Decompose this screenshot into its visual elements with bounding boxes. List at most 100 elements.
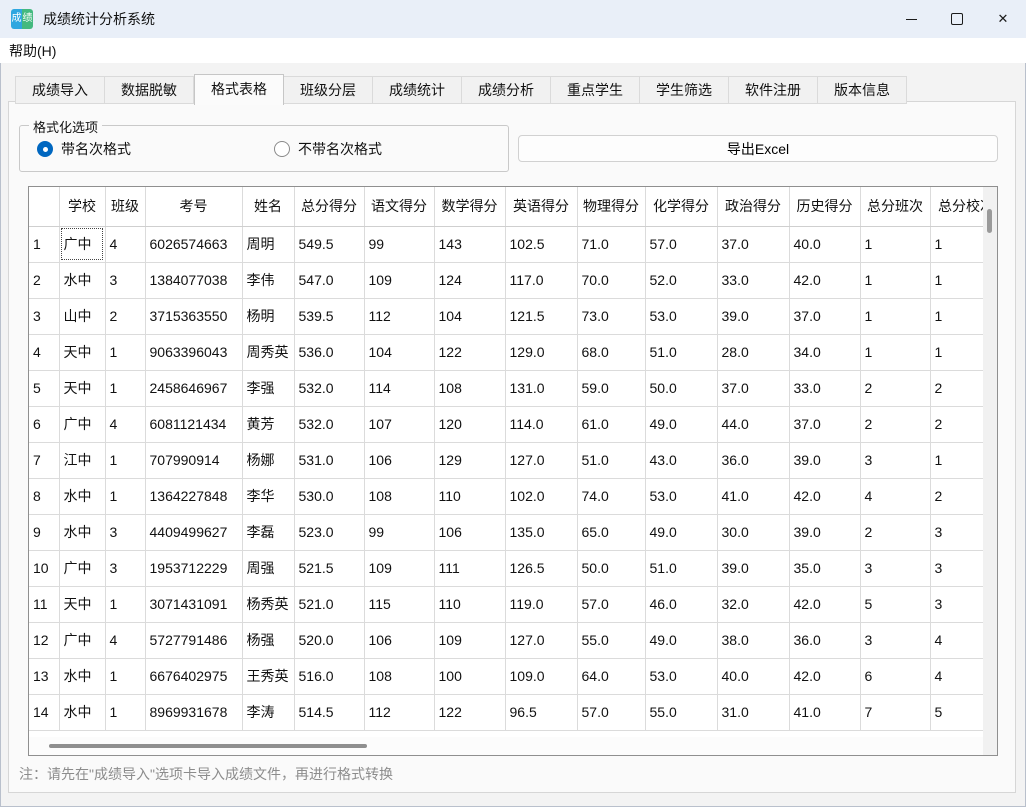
- table-cell[interactable]: 李磊: [242, 514, 294, 550]
- table-cell[interactable]: 104: [364, 334, 434, 370]
- table-cell[interactable]: 黄芳: [242, 406, 294, 442]
- tab-item[interactable]: 软件注册: [729, 76, 818, 104]
- table-cell[interactable]: 杨强: [242, 622, 294, 658]
- table-cell[interactable]: 8969931678: [145, 694, 242, 730]
- table-cell[interactable]: 521.0: [294, 586, 364, 622]
- close-button[interactable]: ✕: [980, 0, 1026, 38]
- table-cell[interactable]: 106: [364, 622, 434, 658]
- table-cell[interactable]: 107: [364, 406, 434, 442]
- table-cell[interactable]: 水中: [59, 262, 105, 298]
- table-cell[interactable]: 35.0: [789, 550, 860, 586]
- table-cell[interactable]: 99: [364, 226, 434, 262]
- table-cell[interactable]: 39.0: [789, 514, 860, 550]
- table-cell[interactable]: 112: [364, 694, 434, 730]
- table-cell[interactable]: 127.0: [505, 622, 577, 658]
- table-cell[interactable]: 2: [930, 478, 983, 514]
- radio-icon[interactable]: [274, 141, 290, 157]
- row-header[interactable]: 7: [29, 442, 59, 478]
- table-cell[interactable]: 74.0: [577, 478, 645, 514]
- table-cell[interactable]: 33.0: [717, 262, 789, 298]
- table-cell[interactable]: 28.0: [717, 334, 789, 370]
- tab-item[interactable]: 班级分层: [284, 76, 373, 104]
- table-cell[interactable]: 549.5: [294, 226, 364, 262]
- row-header[interactable]: 13: [29, 658, 59, 694]
- column-header[interactable]: 班级: [105, 187, 145, 226]
- table-cell[interactable]: 55.0: [645, 694, 717, 730]
- table-cell[interactable]: 2: [860, 406, 930, 442]
- table-cell[interactable]: 536.0: [294, 334, 364, 370]
- tab-item[interactable]: 重点学生: [551, 76, 640, 104]
- table-cell[interactable]: 41.0: [717, 478, 789, 514]
- table-cell[interactable]: 3: [930, 514, 983, 550]
- maximize-button[interactable]: [934, 0, 980, 38]
- table-cell[interactable]: 49.0: [645, 622, 717, 658]
- table-cell[interactable]: 135.0: [505, 514, 577, 550]
- table-cell[interactable]: 38.0: [717, 622, 789, 658]
- table-cell[interactable]: 115: [364, 586, 434, 622]
- table-cell[interactable]: 7: [860, 694, 930, 730]
- table-cell[interactable]: 108: [364, 658, 434, 694]
- table-cell[interactable]: 120: [434, 406, 505, 442]
- table-cell[interactable]: 109: [364, 262, 434, 298]
- row-header[interactable]: 12: [29, 622, 59, 658]
- horizontal-scrollbar-thumb[interactable]: [49, 744, 367, 748]
- table-cell[interactable]: 水中: [59, 478, 105, 514]
- table-cell[interactable]: 39.0: [717, 298, 789, 334]
- row-header[interactable]: 2: [29, 262, 59, 298]
- table-cell[interactable]: 122: [434, 694, 505, 730]
- table-cell[interactable]: 532.0: [294, 406, 364, 442]
- table-cell[interactable]: 33.0: [789, 370, 860, 406]
- table-cell[interactable]: 127.0: [505, 442, 577, 478]
- row-header[interactable]: 11: [29, 586, 59, 622]
- table-cell[interactable]: 2: [860, 370, 930, 406]
- table-cell[interactable]: 531.0: [294, 442, 364, 478]
- column-header[interactable]: 总分班次: [860, 187, 930, 226]
- table-cell[interactable]: 李涛: [242, 694, 294, 730]
- table-cell[interactable]: 46.0: [645, 586, 717, 622]
- table-cell[interactable]: 99: [364, 514, 434, 550]
- table-cell[interactable]: 1384077038: [145, 262, 242, 298]
- column-header[interactable]: 英语得分: [505, 187, 577, 226]
- table-cell[interactable]: 水中: [59, 514, 105, 550]
- table-cell[interactable]: 32.0: [717, 586, 789, 622]
- table-cell[interactable]: 1: [860, 298, 930, 334]
- table-cell[interactable]: 4: [930, 658, 983, 694]
- export-excel-button[interactable]: 导出Excel: [518, 135, 998, 162]
- table-cell[interactable]: 40.0: [789, 226, 860, 262]
- table-cell[interactable]: 49.0: [645, 406, 717, 442]
- table-cell[interactable]: 42.0: [789, 586, 860, 622]
- table-cell[interactable]: 1: [860, 226, 930, 262]
- table-cell[interactable]: 110: [434, 478, 505, 514]
- table-cell[interactable]: 3: [860, 622, 930, 658]
- table-cell[interactable]: 3071431091: [145, 586, 242, 622]
- table-cell[interactable]: 37.0: [717, 370, 789, 406]
- table-cell[interactable]: 109: [434, 622, 505, 658]
- minimize-button[interactable]: [888, 0, 934, 38]
- table-cell[interactable]: 2: [930, 370, 983, 406]
- table-cell[interactable]: 江中: [59, 442, 105, 478]
- table-cell[interactable]: 124: [434, 262, 505, 298]
- table-cell[interactable]: 3: [105, 550, 145, 586]
- table-cell[interactable]: 523.0: [294, 514, 364, 550]
- radio-option[interactable]: 不带名次格式: [274, 139, 382, 159]
- table-cell[interactable]: 1: [105, 442, 145, 478]
- tab-item[interactable]: 成绩导入: [15, 76, 105, 104]
- table-cell[interactable]: 37.0: [789, 298, 860, 334]
- table-cell[interactable]: 山中: [59, 298, 105, 334]
- row-header[interactable]: 4: [29, 334, 59, 370]
- table-cell[interactable]: 杨明: [242, 298, 294, 334]
- tab-item[interactable]: 学生筛选: [640, 76, 729, 104]
- table-cell[interactable]: 李华: [242, 478, 294, 514]
- table-cell[interactable]: 34.0: [789, 334, 860, 370]
- table-cell[interactable]: 109: [364, 550, 434, 586]
- column-header[interactable]: 政治得分: [717, 187, 789, 226]
- table-cell[interactable]: 1364227848: [145, 478, 242, 514]
- table-cell[interactable]: 532.0: [294, 370, 364, 406]
- column-header[interactable]: 物理得分: [577, 187, 645, 226]
- column-header[interactable]: 历史得分: [789, 187, 860, 226]
- table-cell[interactable]: 547.0: [294, 262, 364, 298]
- table-cell[interactable]: 广中: [59, 406, 105, 442]
- table-cell[interactable]: 6026574663: [145, 226, 242, 262]
- table-cell[interactable]: 9063396043: [145, 334, 242, 370]
- table-cell[interactable]: 周明: [242, 226, 294, 262]
